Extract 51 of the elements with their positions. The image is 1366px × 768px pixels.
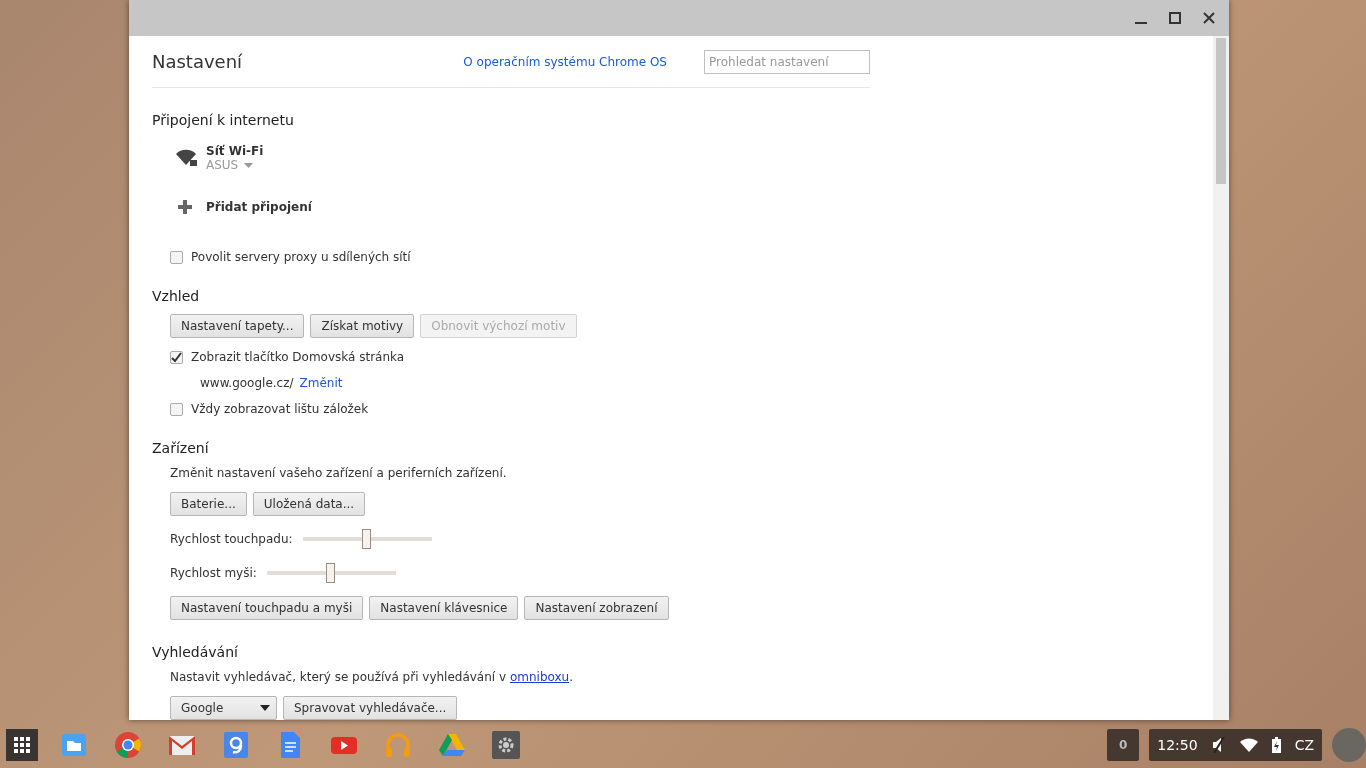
wifi-lock-icon [176,149,198,167]
network-name: Síť Wi-Fi [206,144,264,158]
section-heading: Zařízení [152,440,210,456]
checkbox-label: Povolit servery proxy u sdílených sítí [191,250,411,264]
page-title: Nastavení [152,51,244,72]
triangle-icon[interactable] [438,731,466,759]
settings-button[interactable]: Nastavení tapety... [170,314,305,338]
section-heading: Vyhledávání [152,644,239,660]
about-link[interactable]: O operačním systému Chrome OS [463,54,667,69]
checkbox[interactable] [170,350,183,364]
search-engine-select[interactable]: Google [170,696,277,720]
description-text: Změnit nastavení vašeho zařízení a periferních zařízení. [170,466,508,480]
add-connection-link[interactable]: Přidat připojení [206,200,312,214]
battery-icon [1271,737,1281,753]
omnibox-link[interactable]: omniboxu [509,670,570,684]
settings-icon[interactable] [492,731,520,759]
checkbox[interactable] [170,250,183,264]
homepage-url: www.google.cz/ [200,376,294,390]
settings-button[interactable]: Nastavení klávesnice [369,596,519,620]
slider-thumb[interactable] [362,529,372,549]
app-launcher-button[interactable] [6,729,38,761]
settings-button[interactable]: Nastavení zobrazení [524,596,669,620]
grid-icon [14,737,30,753]
folder-icon[interactable] [60,731,88,759]
description-text: Nastavit vyhledávač, který se používá při vyhledávání v omniboxu. [170,670,574,684]
slider-thumb[interactable] [326,563,336,583]
notification-count[interactable]: 0 [1107,729,1140,761]
search-field[interactable]: Prohledat nastavení [704,49,870,74]
checkbox[interactable] [170,402,183,416]
scrollbar[interactable] [1213,36,1229,720]
plus-icon [178,200,192,214]
settings-button[interactable]: Uložená data... [252,492,366,516]
settings-button[interactable]: Nastavení touchpadu a myši [170,596,364,620]
settings-button[interactable]: Baterie... [170,492,247,516]
muted-speaker-icon [1211,737,1226,753]
section-heading: Připojení k internetu [152,112,295,128]
caret-icon [260,705,270,711]
wifi-icon [1239,738,1258,752]
caret-icon [244,162,254,168]
checkbox-label: Zobrazit tlačítko Domovská stránka [191,350,405,364]
slider-label: Rychlost myši: [170,566,257,580]
slider-label: Rychlost touchpadu: [170,532,293,546]
input-method-label: CZ [1294,737,1314,753]
change-link[interactable]: Změnit [299,376,343,390]
section-heading: Vzhled [152,288,201,304]
clock: 12:50 [1157,737,1198,753]
browser-icon[interactable] [114,731,142,759]
manage-engines-button[interactable]: Spravovat vyhledávače... [283,696,458,720]
settings-button[interactable]: Získat motivy [310,314,415,338]
checkbox-label: Vždy zobrazovat lištu záložek [191,402,369,416]
status-area[interactable]: 12:50 CZ [1149,729,1322,761]
